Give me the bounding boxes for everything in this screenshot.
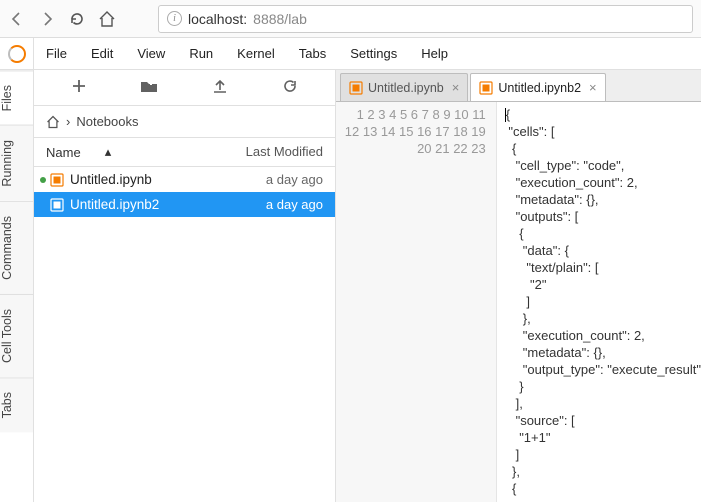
code[interactable]: { "cells": [ { "cell_type": "code", "exe… bbox=[497, 102, 701, 502]
file-modified: a day ago bbox=[266, 172, 323, 187]
col-name[interactable]: Name▴ bbox=[46, 144, 246, 160]
jupyterlab-app: FileEditViewRunKernelTabsSettingsHelp Fi… bbox=[0, 38, 701, 502]
side-tab-cell-tools[interactable]: Cell Tools bbox=[0, 294, 33, 377]
forward-icon[interactable] bbox=[38, 10, 56, 28]
side-tabs: FilesRunningCommandsCell ToolsTabs bbox=[0, 70, 34, 502]
running-indicator-icon bbox=[40, 177, 46, 183]
side-tab-files[interactable]: Files bbox=[0, 70, 33, 125]
fb-toolbar bbox=[34, 70, 335, 106]
menu-tabs[interactable]: Tabs bbox=[287, 40, 338, 67]
breadcrumb[interactable]: › Notebooks bbox=[34, 106, 335, 138]
doc-tab-label: Untitled.ipynb2 bbox=[498, 81, 581, 95]
notebook-icon bbox=[349, 81, 362, 94]
browser-toolbar: i localhost: 8888/lab bbox=[0, 0, 701, 38]
new-icon[interactable] bbox=[69, 78, 89, 98]
crumb-sep: › bbox=[66, 114, 70, 129]
notebook-icon bbox=[50, 198, 64, 212]
crumb-label[interactable]: Notebooks bbox=[76, 114, 138, 129]
menu-run[interactable]: Run bbox=[177, 40, 225, 67]
jupyter-logo-icon bbox=[8, 45, 26, 63]
menu-settings[interactable]: Settings bbox=[338, 40, 409, 67]
home-icon[interactable] bbox=[98, 10, 116, 28]
file-name: Untitled.ipynb bbox=[70, 172, 266, 187]
fb-list: Untitled.ipynba day agoUntitled.ipynb2a … bbox=[34, 167, 335, 502]
side-tab-running[interactable]: Running bbox=[0, 125, 33, 201]
file-name: Untitled.ipynb2 bbox=[70, 197, 266, 212]
file-browser: › Notebooks Name▴ Last Modified Untitled… bbox=[34, 70, 336, 502]
file-modified: a day ago bbox=[266, 197, 323, 212]
refresh-icon[interactable] bbox=[280, 78, 300, 98]
logo[interactable] bbox=[0, 38, 34, 69]
doc-tabs: Untitled.ipynb × Untitled.ipynb2 × bbox=[336, 70, 701, 102]
file-row[interactable]: Untitled.ipynb2a day ago bbox=[34, 192, 335, 217]
editor[interactable]: 1 2 3 4 5 6 7 8 9 10 11 12 13 14 15 16 1… bbox=[336, 102, 701, 502]
url-host: localhost: bbox=[188, 11, 247, 27]
menu-bar: FileEditViewRunKernelTabsSettingsHelp bbox=[34, 40, 460, 67]
menu-view[interactable]: View bbox=[125, 40, 177, 67]
gutter: 1 2 3 4 5 6 7 8 9 10 11 12 13 14 15 16 1… bbox=[336, 102, 497, 502]
menu-file[interactable]: File bbox=[34, 40, 79, 67]
work-area: Untitled.ipynb × Untitled.ipynb2 × 1 2 3 4 … bbox=[336, 70, 701, 502]
url-bar[interactable]: i localhost: 8888/lab bbox=[158, 5, 693, 33]
sort-asc-icon: ▴ bbox=[105, 144, 112, 160]
main-row: FilesRunningCommandsCell ToolsTabs › Not… bbox=[0, 70, 701, 502]
col-modified[interactable]: Last Modified bbox=[246, 144, 323, 160]
notebook-icon bbox=[50, 173, 64, 187]
close-icon[interactable]: × bbox=[589, 80, 597, 95]
file-row[interactable]: Untitled.ipynba day ago bbox=[34, 167, 335, 192]
close-icon[interactable]: × bbox=[452, 80, 460, 95]
doc-tab-label: Untitled.ipynb bbox=[368, 81, 444, 95]
notebook-icon bbox=[479, 81, 492, 94]
info-icon[interactable]: i bbox=[167, 11, 182, 26]
doc-tab[interactable]: Untitled.ipynb × bbox=[340, 73, 468, 101]
side-tab-commands[interactable]: Commands bbox=[0, 201, 33, 294]
fb-header: Name▴ Last Modified bbox=[34, 138, 335, 167]
folder-home-icon bbox=[46, 115, 60, 129]
upload-icon[interactable] bbox=[210, 78, 230, 98]
new-folder-icon[interactable] bbox=[139, 78, 159, 98]
reload-icon[interactable] bbox=[68, 10, 86, 28]
back-icon[interactable] bbox=[8, 10, 26, 28]
side-tab-tabs[interactable]: Tabs bbox=[0, 377, 33, 432]
url-path: 8888/lab bbox=[253, 11, 307, 27]
doc-tab[interactable]: Untitled.ipynb2 × bbox=[470, 73, 605, 101]
menu-edit[interactable]: Edit bbox=[79, 40, 125, 67]
menu-help[interactable]: Help bbox=[409, 40, 460, 67]
menu-kernel[interactable]: Kernel bbox=[225, 40, 287, 67]
top-row: FileEditViewRunKernelTabsSettingsHelp bbox=[0, 38, 701, 70]
